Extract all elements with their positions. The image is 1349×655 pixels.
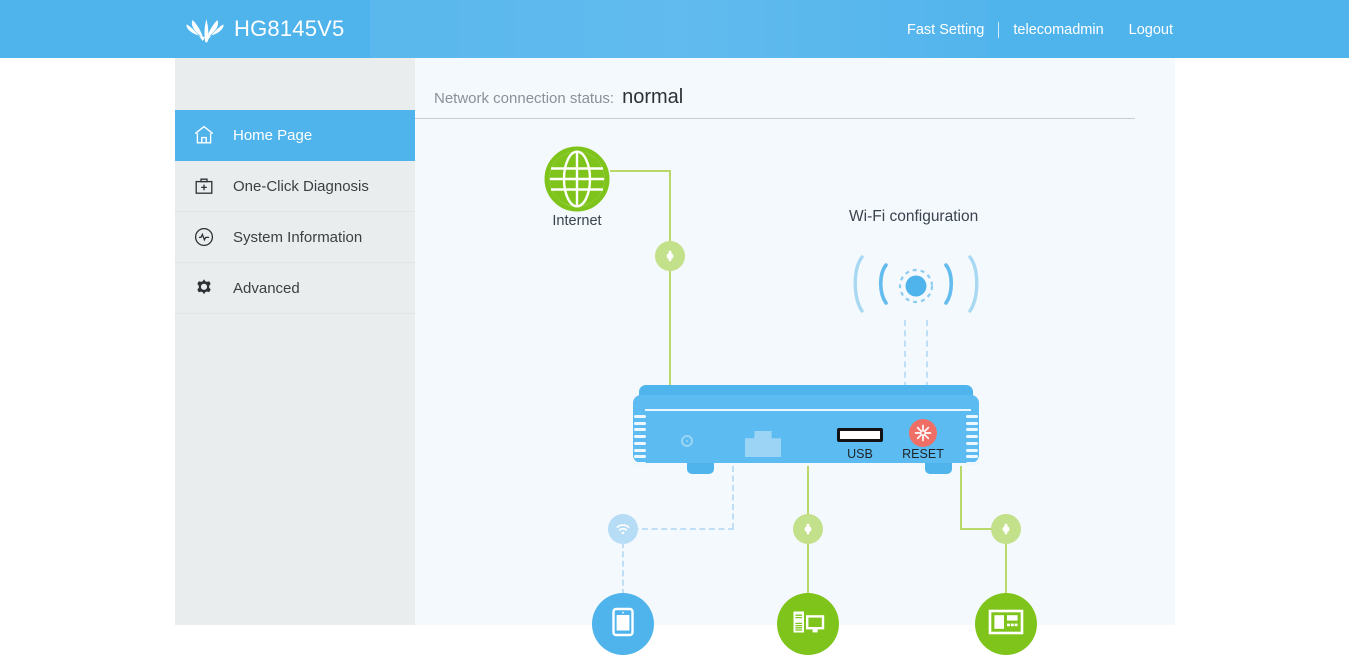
right-margin <box>1175 58 1349 625</box>
home-icon <box>175 123 233 147</box>
desktop-device-node[interactable] <box>777 593 839 655</box>
brand: HG8145V5 <box>186 12 344 46</box>
network-topology-diagram: Internet Wi-Fi configuration USB RESET <box>415 58 1175 655</box>
sidebar: Home Page One-Click Diagnosis System Inf… <box>175 58 433 625</box>
client-wireless-drop <box>622 542 624 595</box>
sidebar-item-label: One-Click Diagnosis <box>233 177 369 195</box>
router-body: USB RESET <box>632 395 980 465</box>
tablet-device-node[interactable] <box>592 593 654 655</box>
main-content: Network connection status: normal Intern… <box>415 58 1175 655</box>
client-wireless-horizontal <box>623 528 734 530</box>
top-nav: Fast Setting telecomadmin Logout <box>907 22 1173 38</box>
connector-plug-icon <box>666 250 674 262</box>
link-badge-client2 <box>991 514 1021 544</box>
sidebar-menu: Home Page One-Click Diagnosis System Inf… <box>175 110 433 314</box>
huawei-flower-logo-icon <box>186 12 224 46</box>
client2-link-vertical-a <box>960 466 962 530</box>
globe-icon[interactable] <box>544 146 610 212</box>
reset-button-icon[interactable] <box>909 419 937 447</box>
left-margin <box>0 58 175 625</box>
optical-port-icon <box>681 435 693 447</box>
sidebar-top-space <box>175 58 415 110</box>
connector-plug-icon <box>1002 523 1010 535</box>
wifi-dashed-link-right <box>926 320 928 388</box>
ethernet-port-icon <box>745 431 781 457</box>
link-badge-client1 <box>793 514 823 544</box>
link-internet-vertical <box>669 170 671 387</box>
current-user-link[interactable]: telecomadmin <box>1013 22 1103 38</box>
desktop-computer-icon <box>790 605 826 644</box>
sidebar-item-system-information[interactable]: System Information <box>175 212 415 263</box>
gear-icon <box>175 276 233 300</box>
wifi-link-badge <box>608 514 638 544</box>
client-wireless-vertical <box>732 466 734 529</box>
wifi-configuration-label: Wi-Fi configuration <box>849 208 979 225</box>
router-vents-left <box>632 415 646 465</box>
tablet-icon <box>606 605 640 644</box>
toolkit-plus-icon <box>175 174 233 198</box>
brand-title: HG8145V5 <box>234 16 345 41</box>
page-root: HG8145V5 Fast Setting telecomadmin Logou… <box>0 0 1349 655</box>
connector-plug-icon <box>804 523 812 535</box>
sidebar-item-one-click-diagnosis[interactable]: One-Click Diagnosis <box>175 161 415 212</box>
router-foot-left <box>687 463 714 474</box>
internet-node-label: Internet <box>552 213 602 229</box>
pulse-circle-icon <box>175 225 233 249</box>
sidebar-item-label: Advanced <box>233 279 300 297</box>
wifi-dashed-link-left <box>904 320 906 388</box>
router-device[interactable]: USB RESET <box>631 385 981 474</box>
sidebar-item-home-page[interactable]: Home Page <box>175 110 433 161</box>
monitor-icon <box>987 606 1025 643</box>
reset-button-label: RESET <box>902 447 944 461</box>
router-seam <box>645 409 971 411</box>
sidebar-item-advanced[interactable]: Advanced <box>175 263 415 314</box>
router-vents-right <box>966 415 980 465</box>
nav-divider <box>998 22 1000 38</box>
app-header: HG8145V5 Fast Setting telecomadmin Logou… <box>0 0 1349 58</box>
link-badge-internet <box>655 241 685 271</box>
header-sheen <box>370 0 990 58</box>
usb-port-label: USB <box>847 447 873 461</box>
fast-setting-link[interactable]: Fast Setting <box>907 22 984 38</box>
sidebar-item-label: Home Page <box>233 126 313 144</box>
router-foot-right <box>925 463 952 474</box>
link-internet-horizontal <box>610 170 671 172</box>
wifi-signal-icon[interactable] <box>852 253 980 323</box>
wifi-badge-icon <box>616 524 630 535</box>
logout-link[interactable]: Logout <box>1129 22 1173 38</box>
usb-port-icon <box>837 428 883 442</box>
monitor-device-node[interactable] <box>975 593 1037 655</box>
sidebar-item-label: System Information <box>233 228 363 246</box>
